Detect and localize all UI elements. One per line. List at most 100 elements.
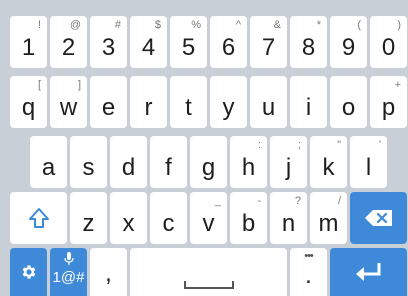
key-c[interactable]: c bbox=[150, 192, 187, 244]
key-l[interactable]: ' l bbox=[350, 136, 387, 188]
symbols-key[interactable]: 1@# bbox=[50, 248, 87, 296]
key-f[interactable]: f bbox=[150, 136, 187, 188]
bottom-letter-row: z x c _ v -b ? n / m bbox=[0, 192, 408, 244]
key-label: l bbox=[365, 154, 372, 181]
key-h[interactable]: :h bbox=[230, 136, 267, 188]
key-label: 6 bbox=[221, 34, 236, 61]
key-label: k bbox=[322, 154, 335, 181]
key-label: a bbox=[41, 154, 56, 181]
key-alt: ( bbox=[357, 19, 361, 31]
key-label: 4 bbox=[141, 34, 156, 61]
key-5[interactable]: % 5 bbox=[170, 16, 207, 68]
gear-icon bbox=[10, 248, 47, 296]
key-alt: ^ bbox=[235, 19, 241, 31]
key-label: 7 bbox=[261, 34, 276, 61]
key-e[interactable]: e bbox=[90, 76, 127, 128]
key-label: b bbox=[241, 210, 256, 237]
key-k[interactable]: " k bbox=[310, 136, 347, 188]
shift-key[interactable] bbox=[10, 192, 67, 244]
key-label: 5 bbox=[181, 34, 196, 61]
key-alt: _ bbox=[214, 195, 221, 207]
key-6[interactable]: ^ 6 bbox=[210, 16, 247, 68]
keyboard: ! 1 @2 #3 $4 % 5 ^ 6 & 7 * 8 (9 ) 0 [q ] w e r … bbox=[0, 0, 408, 296]
key-alt: " bbox=[337, 139, 341, 151]
key-j[interactable]: ; j bbox=[270, 136, 307, 188]
number-row: ! 1 @2 #3 $4 % 5 ^ 6 & 7 * 8 (9 ) 0 bbox=[0, 16, 408, 68]
space-key[interactable] bbox=[130, 248, 287, 296]
key-9[interactable]: (9 bbox=[330, 16, 367, 68]
key-label: m bbox=[318, 210, 339, 237]
key-label: 0 bbox=[381, 34, 396, 61]
key-label: f bbox=[165, 154, 172, 181]
symbols-label: 1@# bbox=[52, 269, 85, 286]
key-t[interactable]: t bbox=[170, 76, 207, 128]
key-3[interactable]: #3 bbox=[90, 16, 127, 68]
key-label: s bbox=[82, 154, 95, 181]
enter-key[interactable] bbox=[330, 248, 407, 296]
key-q[interactable]: [q bbox=[10, 76, 47, 128]
backspace-icon bbox=[350, 192, 407, 244]
key-label: p bbox=[381, 94, 396, 121]
key-a[interactable]: a bbox=[30, 136, 67, 188]
key-b[interactable]: -b bbox=[230, 192, 267, 244]
key-label: d bbox=[121, 154, 136, 181]
key-m[interactable]: / m bbox=[310, 192, 347, 244]
key-i[interactable]: i bbox=[290, 76, 327, 128]
key-d[interactable]: d bbox=[110, 136, 147, 188]
key-label: h bbox=[241, 154, 256, 181]
key-0[interactable]: ) 0 bbox=[370, 16, 407, 68]
key-o[interactable]: o bbox=[330, 76, 367, 128]
qwerty-row: [q ] w e r t y u i o + p bbox=[0, 76, 408, 128]
key-s[interactable]: s bbox=[70, 136, 107, 188]
key-x[interactable]: x bbox=[110, 192, 147, 244]
comma-label: , bbox=[105, 260, 112, 287]
space-bar-icon bbox=[130, 248, 287, 296]
settings-key[interactable] bbox=[10, 248, 47, 296]
key-label: t bbox=[185, 94, 192, 121]
key-p[interactable]: + p bbox=[370, 76, 407, 128]
key-label: u bbox=[261, 94, 276, 121]
key-label: 8 bbox=[301, 34, 316, 61]
control-row: 1@# , ••• . bbox=[0, 248, 408, 296]
key-2[interactable]: @2 bbox=[50, 16, 87, 68]
key-label: c bbox=[162, 210, 175, 237]
key-label: 2 bbox=[61, 34, 76, 61]
key-g[interactable]: g bbox=[190, 136, 227, 188]
key-r[interactable]: r bbox=[130, 76, 167, 128]
key-label: g bbox=[201, 154, 216, 181]
key-alt: / bbox=[337, 195, 341, 207]
key-w[interactable]: ] w bbox=[50, 76, 87, 128]
key-label: n bbox=[281, 210, 296, 237]
key-4[interactable]: $4 bbox=[130, 16, 167, 68]
key-8[interactable]: * 8 bbox=[290, 16, 327, 68]
key-alt: ? bbox=[294, 195, 301, 207]
period-key[interactable]: ••• . bbox=[290, 248, 327, 296]
key-label: o bbox=[341, 94, 356, 121]
key-n[interactable]: ? n bbox=[270, 192, 307, 244]
period-label: . bbox=[305, 262, 312, 289]
key-alt: ; bbox=[297, 139, 301, 151]
key-7[interactable]: & 7 bbox=[250, 16, 287, 68]
key-z[interactable]: z bbox=[70, 192, 107, 244]
key-alt: [ bbox=[37, 79, 41, 91]
backspace-key[interactable] bbox=[350, 192, 407, 244]
key-alt: @ bbox=[69, 19, 81, 31]
key-label: 1 bbox=[21, 34, 36, 61]
key-v[interactable]: _ v bbox=[190, 192, 227, 244]
key-label: r bbox=[144, 94, 153, 121]
key-1[interactable]: ! 1 bbox=[10, 16, 47, 68]
key-y[interactable]: y bbox=[210, 76, 247, 128]
comma-key[interactable]: , bbox=[90, 248, 127, 296]
key-alt: # bbox=[114, 19, 121, 31]
key-u[interactable]: u bbox=[250, 76, 287, 128]
period-alt: ••• bbox=[304, 250, 314, 262]
key-alt: ] bbox=[77, 79, 81, 91]
key-label: q bbox=[21, 94, 36, 121]
key-label: i bbox=[305, 94, 312, 121]
key-alt: $ bbox=[154, 19, 161, 31]
key-label: v bbox=[202, 210, 215, 237]
key-alt: ' bbox=[378, 139, 381, 151]
key-alt: * bbox=[316, 19, 321, 31]
key-alt: % bbox=[191, 19, 201, 31]
key-label: z bbox=[82, 210, 95, 237]
